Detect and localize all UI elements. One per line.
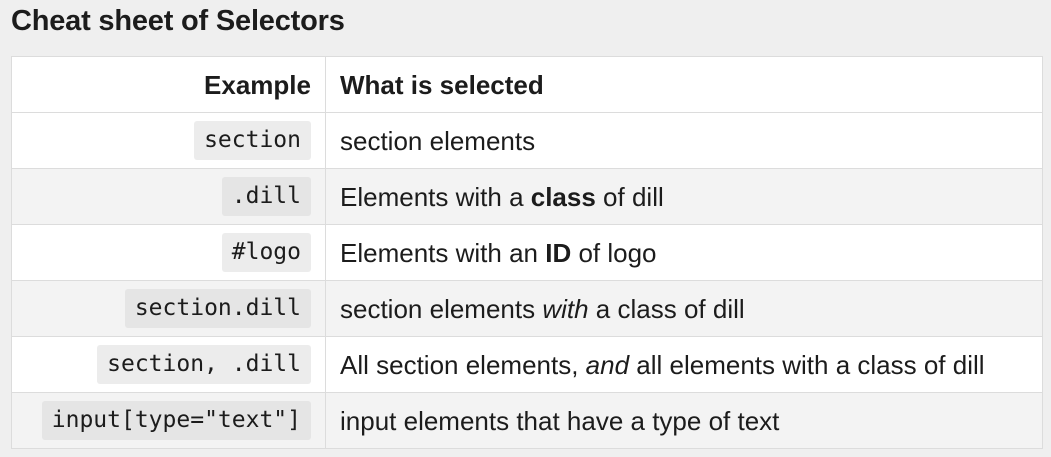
table-row: .dill Elements with a class of dill bbox=[11, 168, 1043, 225]
description-cell: section elements bbox=[325, 112, 1043, 169]
description-text: Elements with an bbox=[340, 237, 546, 268]
description-cell: Elements with a class of dill bbox=[325, 168, 1043, 225]
description-text: section elements bbox=[340, 293, 543, 324]
description-text: of dill bbox=[595, 181, 664, 212]
description-italic-term: with bbox=[542, 293, 589, 324]
description-italic-term: and bbox=[585, 349, 630, 380]
example-cell: section.dill bbox=[11, 280, 326, 337]
description-cell: Elements with an ID of logo bbox=[325, 224, 1043, 281]
description-text: All section elements, bbox=[340, 349, 586, 380]
what-is-selected-column-header: What is selected bbox=[325, 56, 1043, 113]
table-row: input[type="text"] input elements that h… bbox=[11, 392, 1043, 449]
selector-code: .dill bbox=[221, 177, 311, 216]
table-row: section.dill section elements with a cla… bbox=[11, 280, 1043, 337]
description-cell: All section elements, and all elements w… bbox=[325, 336, 1043, 393]
description-bold-term: class bbox=[530, 181, 596, 212]
selector-code: section.dill bbox=[124, 289, 311, 328]
example-cell: section, .dill bbox=[11, 336, 326, 393]
selector-code: #logo bbox=[221, 233, 311, 272]
description-text: all elements with a class of dill bbox=[629, 349, 985, 380]
selector-code: input[type="text"] bbox=[41, 401, 311, 440]
description-text: Elements with a bbox=[340, 181, 531, 212]
selectors-table: Example What is selected section section… bbox=[11, 56, 1043, 449]
selector-code: section, .dill bbox=[97, 345, 311, 384]
description-bold-term: ID bbox=[545, 237, 572, 268]
example-cell: input[type="text"] bbox=[11, 392, 326, 449]
table-row: section, .dill All section elements, and… bbox=[11, 336, 1043, 393]
example-cell: .dill bbox=[11, 168, 326, 225]
description-text: a class of dill bbox=[588, 293, 745, 324]
table-row: section section elements bbox=[11, 112, 1043, 169]
example-cell: #logo bbox=[11, 224, 326, 281]
description-text: of logo bbox=[571, 237, 657, 268]
example-cell: section bbox=[11, 112, 326, 169]
table-header-row: Example What is selected bbox=[11, 56, 1043, 113]
description-cell: input elements that have a type of text bbox=[325, 392, 1043, 449]
example-column-header: Example bbox=[11, 56, 326, 113]
page: Cheat sheet of Selectors Example What is… bbox=[0, 0, 1051, 457]
selector-code: section bbox=[194, 121, 311, 160]
page-title: Cheat sheet of Selectors bbox=[11, 5, 345, 37]
description-text: section elements bbox=[340, 125, 536, 156]
selectors-table-container: Example What is selected section section… bbox=[11, 56, 1043, 449]
description-text: input elements that have a type of text bbox=[340, 405, 780, 436]
table-row: #logo Elements with an ID of logo bbox=[11, 224, 1043, 281]
description-cell: section elements with a class of dill bbox=[325, 280, 1043, 337]
